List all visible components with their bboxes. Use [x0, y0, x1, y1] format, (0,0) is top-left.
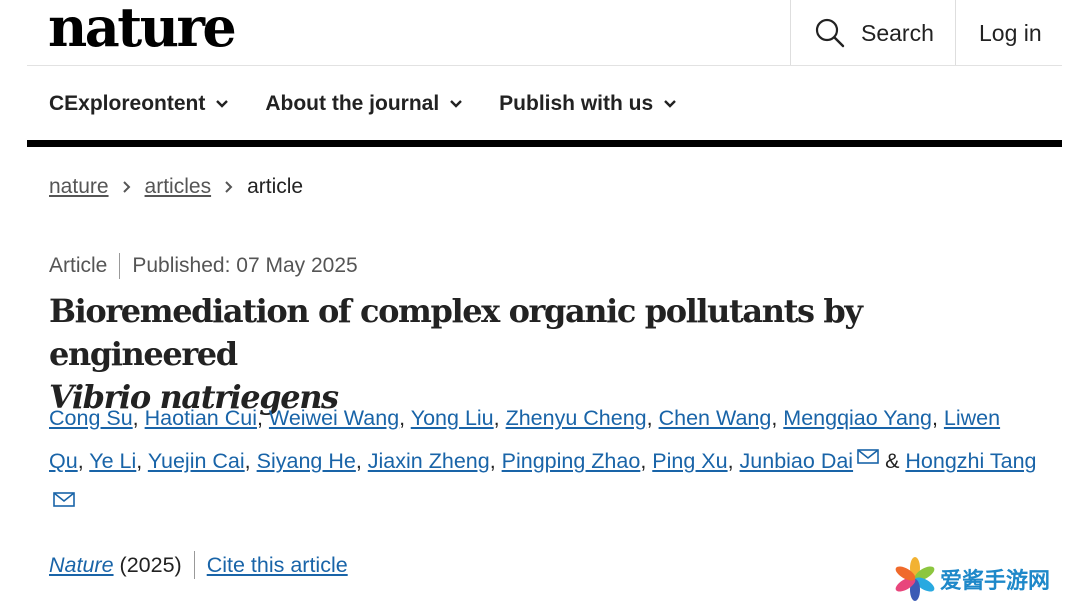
chevron-right-icon [224, 180, 234, 194]
cite-article-link[interactable]: Cite this article [207, 553, 348, 578]
breadcrumb: nature articles article [49, 175, 303, 199]
site-watermark: 爱酱手游网 [892, 556, 1050, 602]
author-ampersand: & [885, 449, 900, 473]
search-label: Search [861, 19, 934, 46]
login-button[interactable]: Log in [955, 0, 1062, 66]
search-button[interactable]: Search [790, 0, 955, 66]
chevron-down-icon [216, 100, 229, 108]
author-link[interactable]: Ye Li [89, 449, 136, 473]
publication-year: (2025) [119, 552, 182, 577]
title-line-1: Bioremediation of complex organic pollut… [49, 292, 863, 373]
author-link[interactable]: Hongzhi Tang [905, 449, 1036, 473]
breadcrumb-current: article [247, 175, 304, 198]
author-link[interactable]: Haotian Cui [145, 406, 257, 430]
pinwheel-logo-icon [895, 557, 935, 601]
nav-item-label: CExploreontent [49, 92, 206, 115]
meta-divider [119, 253, 121, 279]
author-link[interactable]: Mengqiao Yang [783, 406, 932, 430]
author-link[interactable]: Junbiao Dai [740, 449, 854, 473]
author-link[interactable]: Weiwei Wang [269, 406, 399, 430]
breadcrumb-articles[interactable]: articles [145, 175, 212, 199]
author-link[interactable]: Yong Liu [411, 406, 494, 430]
author-link[interactable]: Pingping Zhao [502, 449, 641, 473]
nav-explore-content[interactable]: CExploreontent [49, 92, 229, 116]
chevron-down-icon [450, 100, 463, 108]
watermark-text: 爱酱手游网 [940, 569, 1051, 594]
search-icon [815, 18, 845, 48]
article-type: Article [49, 254, 108, 277]
article-meta: Article Published: 07 May 2025 [49, 253, 358, 279]
header-divider [27, 65, 1062, 66]
main-nav: CExploreontent About the journal Publish… [49, 84, 713, 124]
citation-row: Nature (2025) Cite this article [49, 551, 348, 579]
nav-item-label: Publish with us [499, 92, 654, 115]
chevron-right-icon [122, 180, 132, 194]
author-link[interactable]: Siyang He [257, 449, 356, 473]
breadcrumb-nature[interactable]: nature [49, 175, 109, 199]
author-link[interactable]: Ping Xu [652, 449, 727, 473]
nav-about-journal[interactable]: About the journal [265, 92, 463, 116]
author-link[interactable]: Chen Wang [659, 406, 772, 430]
mail-icon[interactable] [857, 449, 879, 464]
author-list: Cong Su, Haotian Cui, Weiwei Wang, Yong … [49, 397, 1039, 526]
nature-logo[interactable]: nature [48, 0, 237, 60]
nav-divider [27, 140, 1062, 147]
mail-icon[interactable] [53, 492, 75, 507]
journal-link[interactable]: Nature [49, 553, 114, 578]
author-link[interactable]: Zhenyu Cheng [506, 406, 647, 430]
citation-divider [193, 551, 195, 579]
site-header: nature Search Log in [0, 0, 1080, 66]
nav-item-label: About the journal [265, 92, 440, 115]
author-link[interactable]: Yuejin Cai [148, 449, 245, 473]
publish-date: Published: 07 May 2025 [132, 254, 358, 277]
author-link[interactable]: Cong Su [49, 406, 133, 430]
author-link[interactable]: Jiaxin Zheng [368, 449, 490, 473]
nav-publish-with-us[interactable]: Publish with us [499, 92, 677, 116]
chevron-down-icon [664, 100, 677, 108]
